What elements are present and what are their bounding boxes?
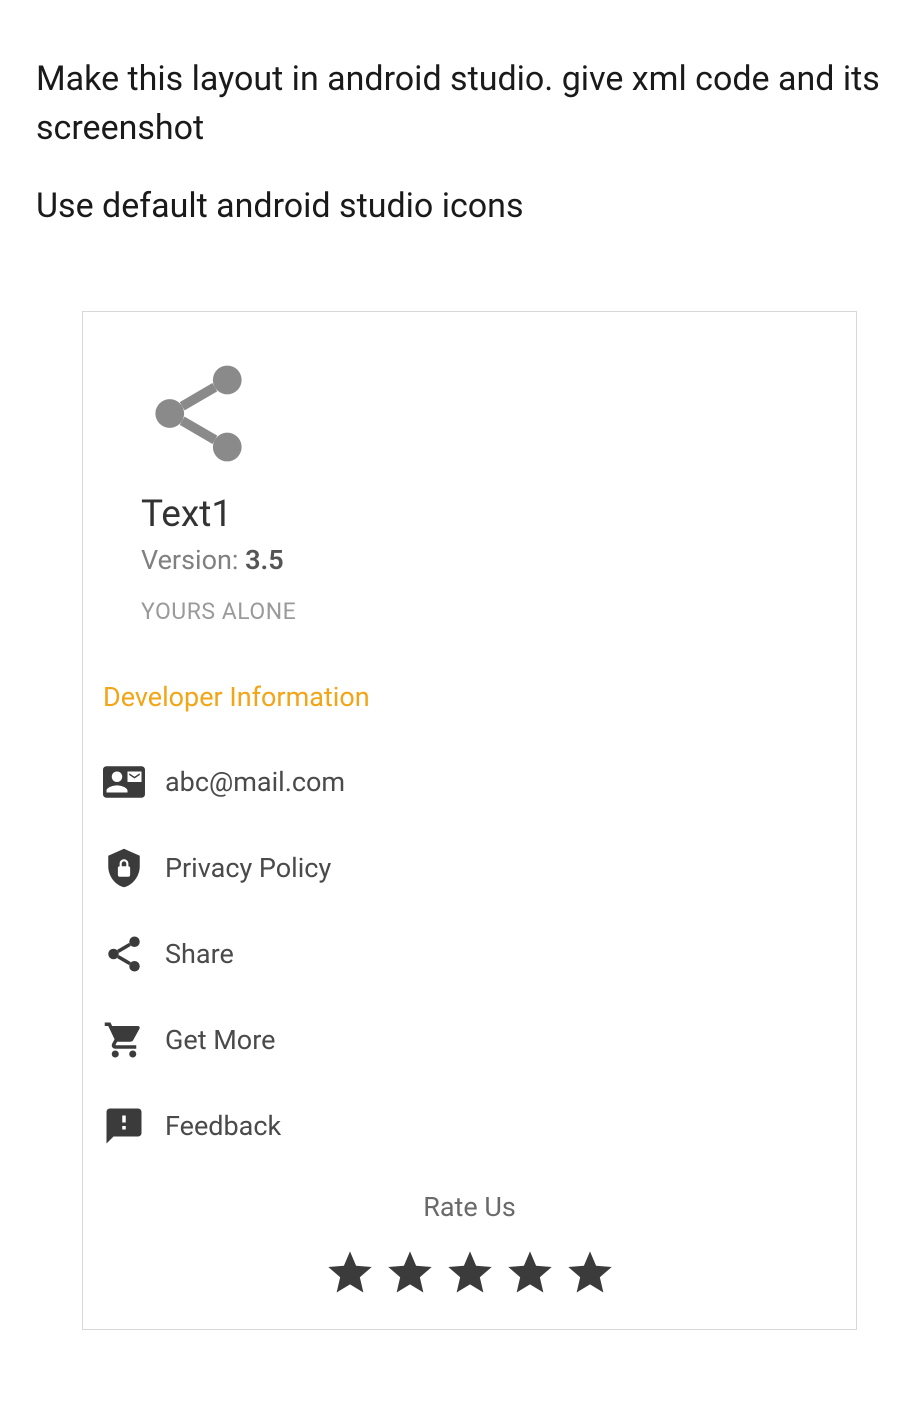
rating-stars[interactable] [103,1247,836,1299]
version-label: Version: [141,544,245,576]
instruction-text-1: Make this layout in android studio. give… [36,55,883,154]
phone-mockup-frame: Text1 Version: 3.5 YOURS ALONE Developer… [82,311,857,1330]
menu-item-email[interactable]: abc@mail.com [103,761,836,803]
menu-item-share[interactable]: Share [103,933,836,975]
contact-mail-icon [103,761,145,803]
menu-item-getmore[interactable]: Get More [103,1019,836,1061]
star-icon[interactable] [324,1247,376,1299]
star-icon[interactable] [564,1247,616,1299]
star-icon[interactable] [444,1247,496,1299]
menu-label-email: abc@mail.com [165,766,345,798]
star-icon[interactable] [504,1247,556,1299]
app-tagline: YOURS ALONE [141,598,836,625]
menu-label-privacy: Privacy Policy [165,852,331,884]
feedback-icon [103,1105,145,1147]
section-heading-developer-info: Developer Information [103,681,836,713]
menu-item-feedback[interactable]: Feedback [103,1105,836,1147]
instruction-text-2: Use default android studio icons [36,182,883,231]
version-value: 3.5 [245,544,284,576]
star-icon[interactable] [384,1247,436,1299]
menu-label-getmore: Get More [165,1024,275,1056]
privacy-shield-icon [103,847,145,889]
cart-icon [103,1019,145,1061]
rate-section: Rate Us [103,1191,836,1299]
menu-label-feedback: Feedback [165,1110,281,1142]
share-hero-icon [141,356,836,471]
menu-item-privacy[interactable]: Privacy Policy [103,847,836,889]
rate-title: Rate Us [103,1191,836,1223]
share-icon [103,933,145,975]
menu-label-share: Share [165,938,234,970]
menu-list: abc@mail.com Privacy Policy [103,761,836,1147]
app-version: Version: 3.5 [141,544,836,576]
app-title: Text1 [141,493,836,536]
